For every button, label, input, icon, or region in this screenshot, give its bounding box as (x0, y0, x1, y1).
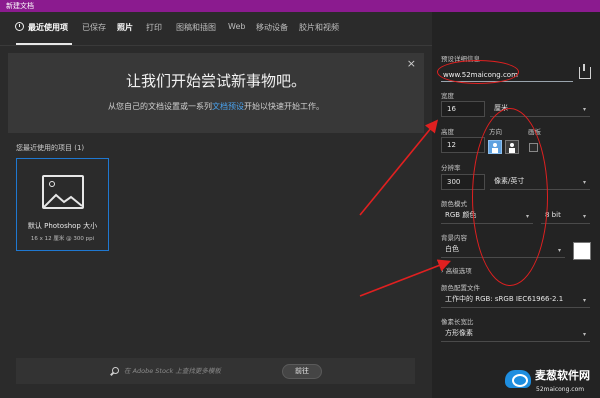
banner-subtitle-start: 从您自己的文档设置或一系列 (108, 102, 212, 111)
pixel-aspect-dropdown[interactable]: 方形像素 ▾ (441, 326, 590, 342)
recent-item-meta: 16 x 12 厘米 @ 300 ppi (30, 236, 95, 242)
cloud-logo-icon (505, 370, 531, 388)
banner-subtitle: 从您自己的文档设置或一系列文档预设开始以快速开始工作。 (8, 101, 424, 112)
search-icon (112, 367, 119, 374)
color-profile-label: 颜色配置文件 (441, 284, 480, 292)
background-contents-label: 背景内容 (441, 234, 467, 242)
watermark-text: 麦葱软件网 (535, 369, 590, 382)
tab-print[interactable]: 打印 (146, 22, 162, 33)
resolution-label: 分辨率 (441, 164, 461, 172)
recent-item-name: 默认 Photoshop 大小 (27, 222, 98, 230)
welcome-banner: 让我们开始尝试新事物吧。 从您自己的文档设置或一系列文档预设开始以快速开始工作。… (8, 53, 424, 133)
annotation-circle-preset-name (437, 60, 519, 84)
color-profile-dropdown[interactable]: 工作中的 RGB: sRGB IEC61966-2.1 ▾ (441, 292, 590, 308)
tab-web[interactable]: Web (228, 22, 245, 31)
background-contents-value: 白色 (445, 245, 459, 253)
go-button[interactable]: 前往 (282, 364, 322, 379)
site-watermark: 麦葱软件网 52maicong.com (503, 364, 600, 398)
stock-search-input[interactable] (124, 364, 274, 378)
banner-title: 让我们开始尝试新事物吧。 (125, 72, 306, 90)
color-mode-label: 颜色模式 (441, 200, 467, 208)
chevron-down-icon: ▾ (582, 213, 586, 220)
chevron-right-icon: › (441, 267, 444, 275)
tab-film-video[interactable]: 胶片和视频 (299, 22, 339, 33)
image-icon (42, 175, 84, 209)
chevron-down-icon: ▾ (557, 247, 561, 254)
recent-item-card[interactable]: 默认 Photoshop 大小 16 x 12 厘米 @ 300 ppi (16, 158, 109, 251)
pixel-aspect-value: 方形像素 (445, 329, 473, 337)
banner-subtitle-end: 开始以快速开始工作。 (244, 102, 324, 111)
main-panel: 让我们开始尝试新事物吧。 从您自己的文档设置或一系列文档预设开始以快速开始工作。… (0, 46, 432, 398)
document-presets-link[interactable]: 文档预设 (212, 102, 244, 111)
tab-mobile[interactable]: 移动设备 (256, 22, 288, 33)
bit-depth-dropdown[interactable]: 8 bit ▾ (541, 208, 590, 224)
stock-search-bar: 前往 (16, 358, 415, 384)
chevron-down-icon: ▾ (582, 106, 586, 113)
pixel-aspect-label: 像素长宽比 (441, 318, 474, 326)
recent-items-heading: 您最近使用的项目 (1) (16, 144, 85, 152)
height-label: 高度 (441, 128, 454, 136)
width-field[interactable]: 16 (441, 101, 485, 117)
advanced-options-label: 高级选项 (445, 267, 472, 275)
chevron-down-icon: ▾ (582, 331, 586, 338)
background-color-swatch[interactable] (573, 242, 591, 260)
tab-saved[interactable]: 已保存 (82, 22, 106, 33)
tab-photo[interactable]: 照片 (117, 22, 133, 33)
tab-art-illustration[interactable]: 图稿和插图 (176, 22, 216, 33)
chevron-down-icon: ▾ (582, 179, 586, 186)
save-preset-icon[interactable] (579, 64, 591, 79)
chevron-down-icon: ▾ (582, 297, 586, 304)
watermark-url: 52maicong.com (536, 386, 585, 393)
tab-recent[interactable]: 最近使用项 (28, 22, 68, 33)
title-bar: 新建文档 (0, 0, 600, 12)
window-title: 新建文档 (6, 2, 34, 10)
annotation-ellipse-settings (472, 108, 548, 286)
clock-icon (15, 22, 24, 31)
close-icon[interactable]: × (407, 57, 416, 70)
active-tab-underline (16, 43, 72, 45)
advanced-options-toggle[interactable]: › 高级选项 (441, 265, 472, 275)
color-profile-value: 工作中的 RGB: sRGB IEC61966-2.1 (445, 295, 564, 303)
width-label: 宽度 (441, 92, 454, 100)
preset-category-tabs: 最近使用项 已保存 照片 打印 图稿和插图 Web 移动设备 胶片和视频 (0, 12, 432, 46)
